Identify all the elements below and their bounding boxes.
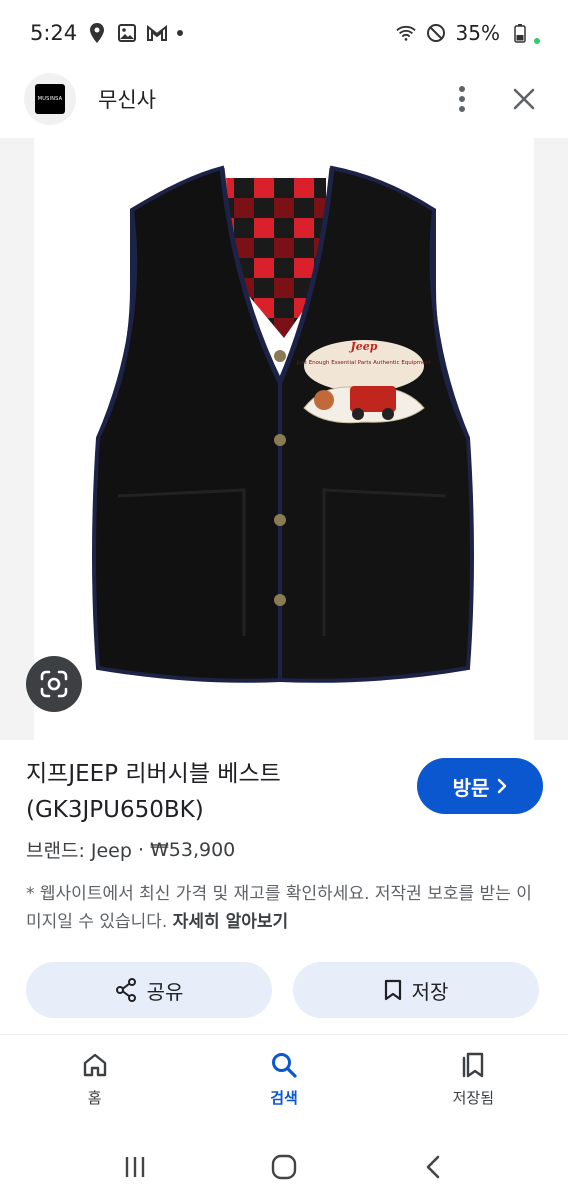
share-label: 공유 (146, 979, 184, 1004)
product-image[interactable]: Jeep Just Enough Essential Parts Authent… (34, 138, 534, 740)
musinsa-logo: MUSINSA (35, 84, 65, 114)
product-image-area: Jeep Just Enough Essential Parts Authent… (0, 138, 568, 740)
status-left: 5:24 (30, 21, 184, 45)
status-bar: 5:24 35% (0, 0, 568, 66)
bottom-nav: 홈 검색 저장됨 (0, 1034, 568, 1134)
recents-button[interactable] (115, 1147, 155, 1187)
home-circle-icon (271, 1154, 297, 1180)
location-icon (87, 23, 107, 43)
recents-icon (125, 1157, 144, 1177)
home-icon (83, 1053, 106, 1077)
site-logo[interactable]: MUSINSA (24, 73, 76, 125)
close-icon (513, 88, 535, 110)
lens-search-button[interactable] (26, 656, 82, 712)
brand-text: 브랜드: Jeep (26, 840, 132, 862)
separator: · (137, 838, 144, 861)
more-vert-icon (459, 86, 465, 112)
nav-label-search: 검색 (270, 1089, 298, 1107)
disclaimer: * 웹사이트에서 최신 가격 및 재고를 확인하세요. 저작권 보호를 받는 이… (26, 880, 546, 936)
search-icon (271, 1053, 297, 1078)
share-icon (115, 978, 136, 1002)
image-icon (117, 23, 137, 43)
brand-price-line: 브랜드: Jeep · ₩53,900 (26, 836, 235, 863)
status-right: 35% (395, 21, 540, 45)
product-title: 지프JEEP 리버시블 베스트 (GK3JPU650BK) (26, 761, 281, 823)
status-time: 5:24 (30, 21, 78, 45)
nav-label-home: 홈 (87, 1089, 102, 1107)
visit-button[interactable]: 방문 (417, 758, 543, 814)
site-name[interactable]: 무신사 (98, 84, 420, 114)
nav-item-saved[interactable]: 저장됨 (379, 1035, 568, 1134)
close-button[interactable] (504, 79, 544, 119)
back-icon (427, 1155, 440, 1179)
nav-item-search[interactable]: 검색 (189, 1035, 378, 1134)
battery-percent: 35% (455, 21, 500, 45)
patch-sub-text: Just Enough Essential Parts Authentic Eq… (296, 360, 432, 366)
share-button[interactable]: 공유 (26, 962, 272, 1018)
more-options-button[interactable] (442, 79, 482, 119)
nav-label-saved: 저장됨 (452, 1089, 495, 1107)
charging-indicator (534, 38, 540, 44)
app-bar: MUSINSA 무신사 (0, 66, 568, 132)
battery-icon (510, 23, 530, 43)
save-label: 저장 (411, 979, 449, 1004)
back-button[interactable] (413, 1147, 453, 1187)
visit-label: 방문 (452, 775, 490, 800)
do-not-disturb-icon (426, 23, 446, 43)
save-button[interactable]: 저장 (293, 962, 539, 1018)
patch-brand-text: Jeep (349, 340, 378, 353)
bookmark-icon (384, 979, 401, 1001)
nav-item-home[interactable]: 홈 (0, 1035, 189, 1134)
home-system-button[interactable] (264, 1147, 304, 1187)
learn-more-link[interactable]: 자세히 알아보기 (173, 912, 288, 932)
price-text: ₩53,900 (149, 838, 236, 861)
lens-icon (40, 670, 68, 698)
saved-icon (463, 1052, 484, 1078)
vest-illustration: Jeep Just Enough Essential Parts Authent… (92, 165, 474, 683)
more-dot-icon (177, 30, 184, 36)
system-nav (0, 1134, 568, 1200)
gmail-icon (147, 23, 168, 43)
wifi-icon (395, 23, 416, 43)
chevron-right-icon (498, 778, 507, 794)
